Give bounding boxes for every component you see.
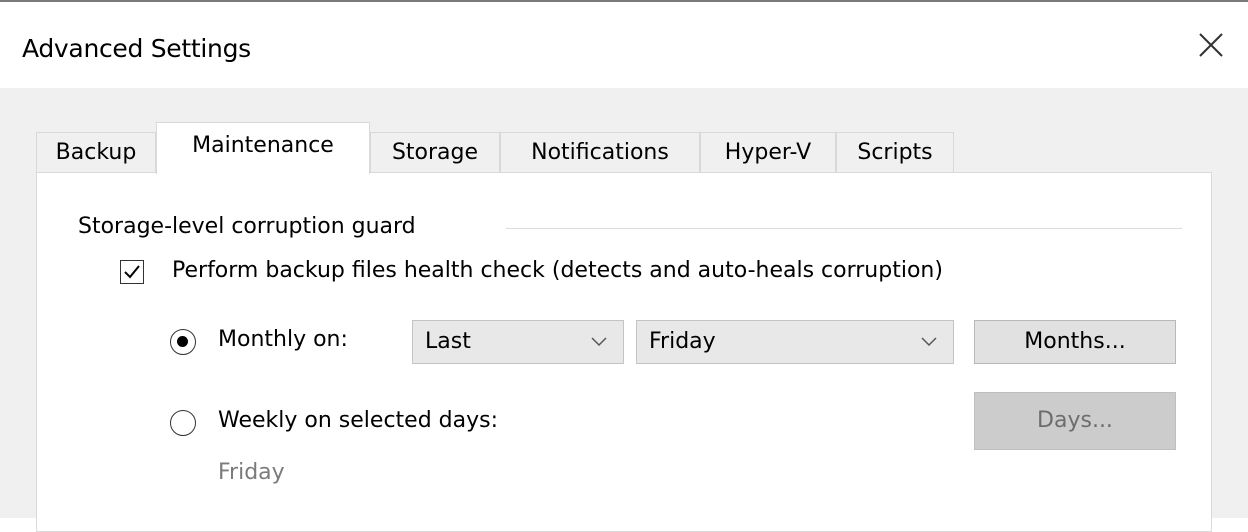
months-button[interactable]: Months... [974, 320, 1176, 364]
monthly-radio[interactable] [170, 329, 196, 355]
close-icon [1199, 33, 1223, 57]
dialog-title: Advanced Settings [22, 34, 251, 63]
weekly-label[interactable]: Weekly on selected days: [218, 408, 498, 433]
week-select[interactable]: Last [412, 320, 624, 364]
tab-maintenance[interactable]: Maintenance [156, 122, 370, 174]
tab-backup[interactable]: Backup [36, 132, 156, 172]
days-button[interactable]: Days... [974, 392, 1176, 450]
health-check-checkbox[interactable] [120, 260, 144, 284]
week-select-value: Last [425, 329, 471, 354]
close-button[interactable] [1192, 26, 1230, 64]
chevron-down-icon [921, 337, 937, 347]
weekly-radio[interactable] [170, 410, 196, 436]
window-top-border [0, 0, 1248, 2]
corruption-guard-group-label: Storage-level corruption guard [78, 214, 416, 239]
selected-days-text: Friday [218, 460, 285, 485]
tab-notifications[interactable]: Notifications [500, 132, 700, 172]
checkmark-icon [124, 265, 140, 279]
day-select-value: Friday [649, 329, 716, 354]
monthly-label[interactable]: Monthly on: [218, 327, 348, 352]
tab-storage[interactable]: Storage [370, 132, 500, 172]
tab-scripts[interactable]: Scripts [836, 132, 954, 172]
day-select[interactable]: Friday [636, 320, 954, 364]
health-check-label[interactable]: Perform backup files health check (detec… [172, 258, 943, 283]
chevron-down-icon [591, 337, 607, 347]
group-divider [506, 228, 1182, 229]
radio-selected-dot [177, 336, 188, 347]
tab-hyper-v[interactable]: Hyper-V [700, 132, 836, 172]
